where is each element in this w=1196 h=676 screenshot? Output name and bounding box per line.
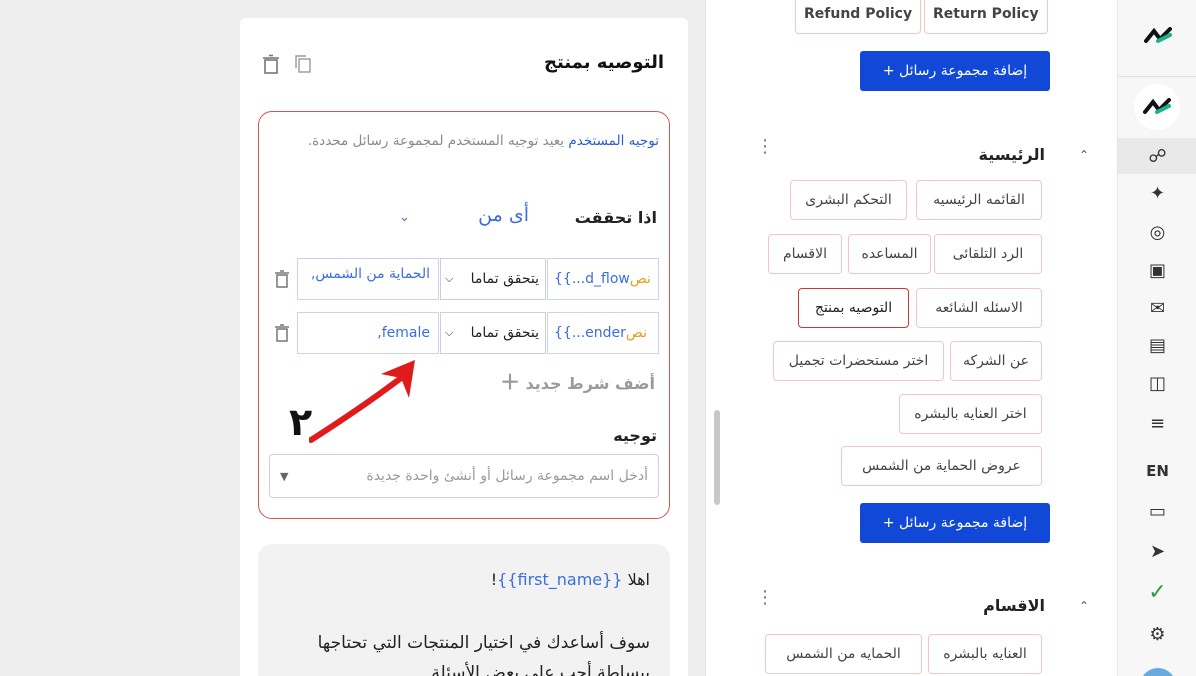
group-chip[interactable]: المساعده bbox=[848, 234, 931, 274]
group-chip[interactable]: Return Policy bbox=[924, 0, 1048, 34]
group-chip[interactable]: التحكم البشرى bbox=[790, 180, 907, 220]
brain-icon[interactable]: ✦ bbox=[1118, 175, 1196, 211]
description-text: يعيد توجيه المستخدم لمجموعة رسائل محددة. bbox=[307, 133, 569, 149]
group-chip[interactable]: اختر العنايه بالبشره bbox=[899, 394, 1042, 434]
flows-icon[interactable]: ☍ bbox=[1118, 138, 1196, 174]
avatar[interactable] bbox=[1140, 668, 1176, 676]
message-body: سوف أساعدك في اختيار المنتجات التي تحتاج… bbox=[317, 633, 650, 676]
type-tag: نص bbox=[629, 271, 651, 287]
message-groups-panel: Return Policy Refund Policy إضافة مجموعة… bbox=[705, 0, 1117, 676]
group-chip[interactable]: القائمه الرئيسيه bbox=[916, 180, 1042, 220]
send-icon[interactable]: ➤ bbox=[1118, 533, 1196, 569]
message-greeting: اهلا {{first_name}}! bbox=[490, 570, 650, 589]
route-label: توجيه bbox=[613, 426, 657, 445]
broadcast-icon[interactable]: ◎ bbox=[1118, 214, 1196, 250]
route-select[interactable]: أدخل اسم مجموعة رسائل أو أنشئ واحدة جديد… bbox=[269, 454, 659, 498]
node-title: التوصيه بمنتج bbox=[544, 52, 664, 73]
variable-field[interactable]: {{...d_flow نص bbox=[547, 258, 659, 300]
checklist-icon[interactable]: ≡ bbox=[1118, 405, 1196, 441]
condition-operator-select[interactable]: أى من bbox=[478, 204, 529, 226]
more-options-icon[interactable]: ⋮ bbox=[756, 589, 774, 607]
value-input[interactable]: الحماية من الشمس, bbox=[297, 258, 439, 300]
chevron-up-icon[interactable]: ⌃ bbox=[1079, 599, 1089, 613]
brand-logo-icon[interactable] bbox=[1118, 16, 1196, 56]
annotation-arrow-icon bbox=[309, 360, 415, 443]
forms-icon[interactable]: ▤ bbox=[1118, 327, 1196, 363]
condition-block: توجيه المستخدم يعيد توجيه المستخدم لمجمو… bbox=[258, 111, 670, 519]
wallet-icon[interactable]: ▭ bbox=[1118, 493, 1196, 529]
group-chip[interactable]: اختر مستحضرات تجميل bbox=[773, 341, 944, 381]
group-chip[interactable]: العنايه بالبشره bbox=[928, 634, 1042, 674]
scrollbar[interactable] bbox=[714, 410, 720, 505]
condition-row: {{...d_flow نص يتحقق تماما ⌵ الحماية من ا… bbox=[297, 258, 659, 300]
contacts-icon[interactable]: ▣ bbox=[1118, 252, 1196, 288]
delete-icon[interactable] bbox=[262, 54, 280, 74]
group-chip[interactable]: عن الشركه bbox=[950, 341, 1042, 381]
group-title: الرئيسية bbox=[978, 145, 1046, 164]
flow-node-editor: التوصيه بمنتج توجيه المستخدم يعيد توجيه … bbox=[240, 18, 688, 676]
chevron-down-icon: ⌵ bbox=[445, 272, 454, 285]
add-condition-button[interactable]: أضف شرط جديد ＋ bbox=[500, 366, 655, 395]
mail-icon[interactable]: ✉ bbox=[1118, 290, 1196, 326]
analytics-icon[interactable]: ◫ bbox=[1118, 365, 1196, 401]
group-chip[interactable]: الاسئله الشائعه bbox=[916, 288, 1042, 328]
delete-condition-icon[interactable] bbox=[275, 324, 289, 342]
chevron-down-icon[interactable]: ⌄ bbox=[399, 210, 410, 225]
more-options-icon[interactable]: ⋮ bbox=[756, 138, 774, 156]
group-chip[interactable]: عروض الحماية من الشمس bbox=[841, 446, 1042, 486]
chevron-down-icon: ⌵ bbox=[445, 326, 454, 339]
caret-down-icon: ▼ bbox=[280, 469, 289, 483]
group-chip[interactable]: الاقسام bbox=[768, 234, 842, 274]
copy-icon[interactable] bbox=[294, 54, 312, 74]
group-chip[interactable]: الحمايه من الشمس bbox=[765, 634, 922, 674]
node-description: توجيه المستخدم يعيد توجيه المستخدم لمجمو… bbox=[269, 130, 659, 152]
sidebar-nav: ☍ ✦ ◎ ▣ ✉ ▤ ◫ ≡ EN ▭ ➤ ✓ ⚙ bbox=[1117, 0, 1196, 676]
gear-icon[interactable]: ⚙ bbox=[1118, 616, 1196, 652]
group-title: الاقسام bbox=[983, 596, 1045, 615]
bot-avatar[interactable] bbox=[1134, 84, 1180, 130]
chevron-up-icon[interactable]: ⌃ bbox=[1079, 148, 1089, 162]
group-chip[interactable]: Refund Policy bbox=[795, 0, 922, 34]
language-toggle[interactable]: EN bbox=[1118, 453, 1196, 489]
condition-label: اذا تحققت bbox=[574, 208, 657, 227]
type-tag: نص bbox=[625, 325, 647, 341]
plus-icon: ＋ bbox=[499, 370, 520, 394]
message-bubble[interactable]: اهلا {{first_name}}! سوف أساعدك في اختيا… bbox=[258, 544, 670, 676]
operator-select[interactable]: يتحقق تماما ⌵ bbox=[440, 312, 546, 354]
delete-condition-icon[interactable] bbox=[275, 270, 289, 288]
add-message-group-button[interactable]: إضافة مجموعة رسائل + bbox=[860, 503, 1050, 543]
operator-select[interactable]: يتحقق تماما ⌵ bbox=[440, 258, 546, 300]
group-chip[interactable]: الرد التلقائى bbox=[934, 234, 1042, 274]
description-link[interactable]: توجيه المستخدم bbox=[568, 133, 659, 149]
check-icon[interactable]: ✓ bbox=[1118, 574, 1196, 610]
variable-field[interactable]: {{...ender نص bbox=[547, 312, 659, 354]
add-message-group-button[interactable]: إضافة مجموعة رسائل + bbox=[860, 51, 1050, 91]
group-chip[interactable]: التوصيه بمنتج bbox=[798, 288, 909, 328]
